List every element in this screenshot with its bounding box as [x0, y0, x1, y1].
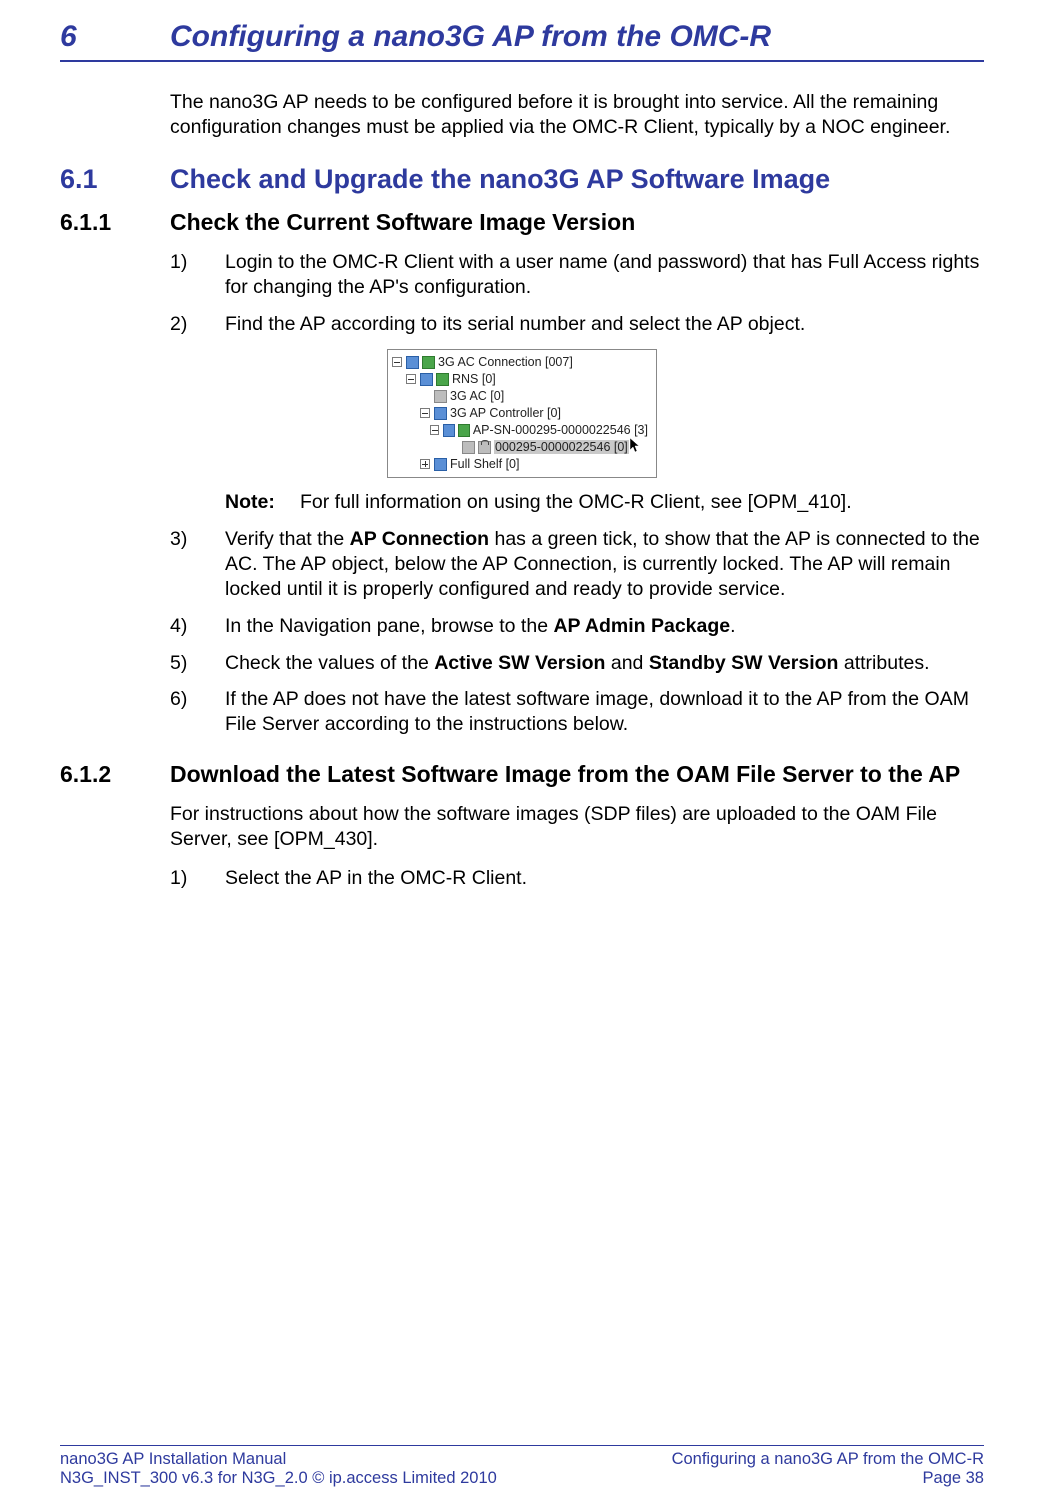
list-number: 1): [170, 250, 225, 300]
tree-node: 3G AC Connection [007]: [392, 354, 648, 371]
note: Note: For full information on using the …: [225, 490, 984, 515]
tree-label: 3G AC [0]: [450, 389, 504, 403]
page-footer: nano3G AP Installation Manual Configurin…: [60, 1445, 984, 1488]
tree-node: AP-SN-000295-0000022546 [3]: [392, 422, 648, 439]
tree-label: Full Shelf [0]: [450, 457, 519, 471]
subsection-title: Check the Current Software Image Version: [170, 209, 984, 236]
ap-connection-icon: [443, 424, 455, 437]
ap-object-icon: [462, 441, 475, 454]
expand-handle-icon: [406, 374, 416, 384]
text-bold: Standby SW Version: [649, 652, 839, 674]
list-item: 6) If the AP does not have the latest so…: [170, 687, 984, 737]
tree-label: 000295-0000022546 [0]: [495, 440, 628, 454]
cursor-arrow-icon: [630, 438, 641, 456]
divider-top: [60, 60, 984, 62]
tree-node-selected: 000295-0000022546 [0]: [392, 439, 648, 456]
footer-right-1: Configuring a nano3G AP from the OMC-R: [672, 1450, 984, 1469]
section-number: 6.1: [60, 164, 170, 195]
note-text: For full information on using the OMC-R …: [300, 490, 984, 515]
text-run: and: [605, 652, 648, 674]
subsection-header-6-1-2: 6.1.2 Download the Latest Software Image…: [60, 761, 984, 788]
list-text: Find the AP according to its serial numb…: [225, 312, 984, 337]
divider-bottom: [60, 1445, 984, 1446]
tree-node: 3G AP Controller [0]: [392, 405, 648, 422]
list-text: Verify that the AP Connection has a gree…: [225, 527, 984, 602]
list-number: 2): [170, 312, 225, 337]
text-run: In the Navigation pane, browse to the: [225, 615, 553, 637]
text-bold: AP Admin Package: [553, 615, 730, 637]
tree-node: RNS [0]: [392, 371, 648, 388]
body-paragraph: For instructions about how the software …: [170, 802, 984, 852]
list-number: 5): [170, 651, 225, 676]
list-text: Select the AP in the OMC-R Client.: [225, 866, 984, 891]
tree-node: Full Shelf [0]: [392, 456, 648, 473]
tree-label: 3G AP Controller [0]: [450, 406, 561, 420]
list-text: If the AP does not have the latest softw…: [225, 687, 984, 737]
chapter-header: 6 Configuring a nano3G AP from the OMC-R: [60, 20, 984, 54]
intro-paragraph: The nano3G AP needs to be configured bef…: [170, 90, 984, 140]
tree-label: 3G AC Connection [007]: [438, 355, 573, 369]
status-ok-icon: [436, 373, 449, 386]
text-run: .: [730, 615, 735, 637]
list-item: 1) Login to the OMC-R Client with a user…: [170, 250, 984, 300]
list-item: 3) Verify that the AP Connection has a g…: [170, 527, 984, 602]
footer-left-2: N3G_INST_300 v6.3 for N3G_2.0 © ip.acces…: [60, 1469, 497, 1488]
list-number: 1): [170, 866, 225, 891]
ac-icon: [434, 390, 447, 403]
status-ok-icon: [458, 424, 470, 437]
expand-handle-icon: [392, 357, 402, 367]
text-run: attributes.: [838, 652, 929, 674]
chapter-number: 6: [60, 20, 170, 54]
shelf-icon: [434, 458, 447, 471]
list-item: 1) Select the AP in the OMC-R Client.: [170, 866, 984, 891]
footer-left-1: nano3G AP Installation Manual: [60, 1450, 286, 1469]
text-run: Verify that the: [225, 528, 350, 550]
expand-handle-icon: [420, 408, 430, 418]
tree-label: AP-SN-000295-0000022546 [3]: [473, 423, 648, 437]
expand-handle-icon: [420, 459, 430, 469]
subsection-title: Download the Latest Software Image from …: [170, 761, 984, 788]
tree-node: 3G AC [0]: [392, 388, 648, 405]
list-item: 2) Find the AP according to its serial n…: [170, 312, 984, 337]
rns-icon: [420, 373, 433, 386]
subsection-header-6-1-1: 6.1.1 Check the Current Software Image V…: [60, 209, 984, 236]
subsection-number: 6.1.1: [60, 209, 170, 236]
expand-handle-icon: [430, 425, 439, 435]
list-number: 4): [170, 614, 225, 639]
list-number: 3): [170, 527, 225, 602]
list-item: 5) Check the values of the Active SW Ver…: [170, 651, 984, 676]
controller-icon: [434, 407, 447, 420]
lock-icon: [478, 441, 491, 454]
note-label: Note:: [225, 490, 300, 515]
chapter-title: Configuring a nano3G AP from the OMC-R: [170, 20, 771, 54]
tree-label: RNS [0]: [452, 372, 496, 386]
section-header-6-1: 6.1 Check and Upgrade the nano3G AP Soft…: [60, 164, 984, 195]
figure-omc-tree: 3G AC Connection [007] RNS [0] 3G AC [0]…: [60, 349, 984, 478]
list-number: 6): [170, 687, 225, 737]
tree-view: 3G AC Connection [007] RNS [0] 3G AC [0]…: [387, 349, 657, 478]
list-text: Login to the OMC-R Client with a user na…: [225, 250, 984, 300]
text-bold: Active SW Version: [434, 652, 605, 674]
list-text: Check the values of the Active SW Versio…: [225, 651, 984, 676]
footer-right-2: Page 38: [923, 1469, 984, 1488]
subsection-number: 6.1.2: [60, 761, 170, 788]
section-title: Check and Upgrade the nano3G AP Software…: [170, 164, 830, 195]
list-item: 4) In the Navigation pane, browse to the…: [170, 614, 984, 639]
list-text: In the Navigation pane, browse to the AP…: [225, 614, 984, 639]
status-ok-icon: [422, 356, 435, 369]
text-bold: AP Connection: [350, 528, 489, 550]
text-run: Check the values of the: [225, 652, 434, 674]
connection-icon: [406, 356, 419, 369]
